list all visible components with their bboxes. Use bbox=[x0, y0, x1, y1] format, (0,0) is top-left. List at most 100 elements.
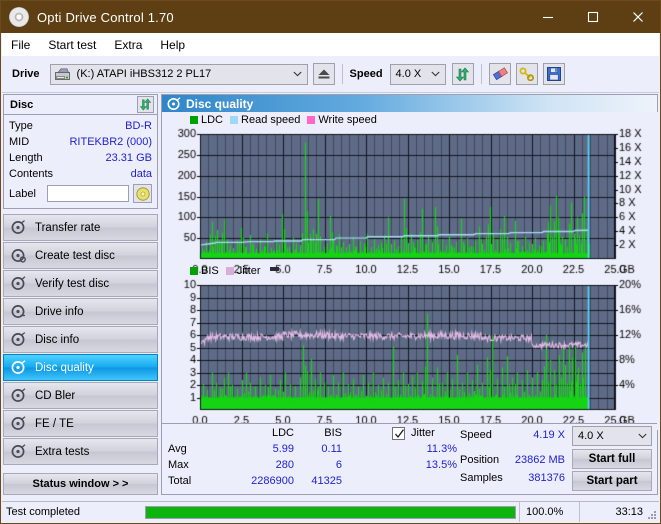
disc-row-mid-value: RITEKBR2 (000) bbox=[69, 136, 152, 148]
disc-row-mid-key: MID bbox=[9, 136, 30, 148]
sidebar-item-cd-bler[interactable]: CD Bler bbox=[3, 382, 158, 409]
disc-icon bbox=[11, 248, 27, 264]
legend-label-jitter: Jitter bbox=[236, 265, 261, 277]
legend-swatch-bis bbox=[190, 267, 198, 275]
chevron-down-icon bbox=[289, 65, 307, 84]
disc-icon bbox=[11, 275, 27, 292]
resize-grip-icon[interactable] bbox=[647, 510, 657, 520]
legend-write-speed: Write speed bbox=[307, 114, 377, 126]
speed-select[interactable]: 4.0 X bbox=[389, 63, 446, 85]
disc-row-contents-key: Contents bbox=[9, 168, 54, 180]
sidebar-item-label: CD Bler bbox=[35, 389, 76, 402]
disc-icon bbox=[11, 415, 27, 432]
test-speed-value: 4.0 X bbox=[578, 430, 604, 442]
status-window-button[interactable]: Status window > > bbox=[3, 473, 158, 495]
start-full-button[interactable]: Start full bbox=[572, 449, 652, 469]
bis-chart-legend: BIS Jitter bbox=[190, 265, 279, 277]
legend-swatch-ldc bbox=[190, 116, 198, 124]
stats-row-max-label: Max bbox=[168, 459, 189, 471]
disc-row-type: Type BD-R bbox=[9, 118, 152, 134]
window-controls bbox=[525, 1, 660, 33]
toolbar-divider-2 bbox=[480, 64, 482, 84]
stats-avg-bis: 0.11 bbox=[321, 443, 342, 455]
stats-total-bis: 41325 bbox=[311, 475, 342, 487]
legend-ldc: LDC bbox=[190, 114, 223, 126]
sidebar-item-label: Verify test disc bbox=[35, 277, 110, 290]
disc-icon bbox=[9, 7, 29, 27]
ldc-chart-legend: LDC Read speed Write speed bbox=[190, 114, 381, 126]
stats-max-ldc: 280 bbox=[275, 459, 294, 471]
stats-row-avg-label: Avg bbox=[168, 443, 187, 455]
legend-swatch-read-speed bbox=[230, 116, 239, 124]
erase-button[interactable] bbox=[488, 63, 511, 85]
legend-bis: BIS bbox=[190, 265, 219, 277]
sidebar-item-transfer-rate[interactable]: Transfer rate bbox=[3, 214, 158, 241]
refresh-button[interactable] bbox=[451, 63, 474, 85]
progress-percent: 100.0% bbox=[519, 502, 579, 522]
chevron-down-icon bbox=[633, 427, 651, 445]
progress-bar-fill bbox=[146, 506, 515, 518]
test-speed-select[interactable]: 4.0 X bbox=[572, 426, 652, 446]
disc-label-row: Label bbox=[9, 184, 152, 203]
drive-label: Drive bbox=[12, 68, 40, 80]
menu-help[interactable]: Help bbox=[151, 35, 194, 55]
legend-label-read-speed: Read speed bbox=[241, 114, 301, 126]
sidebar-item-fe-te[interactable]: FE / TE bbox=[3, 410, 158, 437]
legend-swatch-jitter bbox=[225, 267, 234, 275]
stats-panel: LDC BIS Jitter Avg 5.99 0.11 11.3% Max 2… bbox=[162, 423, 657, 494]
disc-icon bbox=[11, 443, 27, 460]
menu-extra[interactable]: Extra bbox=[105, 35, 151, 55]
keys-button[interactable] bbox=[515, 63, 538, 85]
sidebar-item-label: Disc quality bbox=[35, 361, 94, 374]
eject-button[interactable] bbox=[312, 63, 335, 85]
sidebar-item-extra-tests[interactable]: Extra tests bbox=[3, 438, 158, 465]
disc-icon bbox=[11, 359, 27, 376]
disc-label-button[interactable] bbox=[133, 184, 152, 203]
drive-select-value: (K:) ATAPI iHBS312 2 PL17 bbox=[76, 68, 212, 80]
sidebar-item-label: Drive info bbox=[35, 305, 84, 318]
app-window: Opti Drive Control 1.70 File Start test … bbox=[0, 0, 661, 524]
sidebar-item-disc-info[interactable]: Disc info bbox=[3, 326, 158, 353]
disc-info-title: Disc bbox=[10, 98, 34, 111]
toolbar: Drive (K:) ATAPI iHBS312 2 PL17 Speed 4.… bbox=[2, 56, 659, 93]
sidebar-item-verify-test-disc[interactable]: Verify test disc bbox=[3, 270, 158, 297]
jitter-checkbox[interactable] bbox=[392, 427, 405, 440]
sidebar-item-disc-quality[interactable]: Disc quality bbox=[3, 354, 158, 381]
drive-select[interactable]: (K:) ATAPI iHBS312 2 PL17 bbox=[49, 63, 308, 85]
sidebar-nav: Transfer rate Create test disc Verify te… bbox=[3, 214, 158, 465]
stats-max-bis: 6 bbox=[335, 459, 342, 471]
sidebar-item-label: Create test disc bbox=[35, 249, 115, 262]
stats-speed-value: 4.19 X bbox=[533, 429, 565, 441]
disc-info-header: Disc bbox=[4, 95, 157, 115]
maximize-icon[interactable] bbox=[570, 1, 615, 33]
save-button[interactable] bbox=[542, 63, 565, 85]
disc-row-type-key: Type bbox=[9, 120, 33, 132]
menu-file[interactable]: File bbox=[2, 35, 39, 55]
disc-refresh-button[interactable] bbox=[137, 96, 154, 113]
stats-max-jitter: 13.5% bbox=[425, 459, 457, 471]
minimize-icon[interactable] bbox=[525, 1, 570, 33]
left-panel: Disc Type BD-R MID RITEKBR2 (000) Length… bbox=[3, 94, 158, 495]
disc-info-box: Disc Type BD-R MID RITEKBR2 (000) Length… bbox=[3, 94, 158, 209]
speed-label: Speed bbox=[349, 68, 383, 80]
jitter-marker-icon bbox=[269, 266, 279, 271]
menu-start-test[interactable]: Start test bbox=[39, 35, 105, 55]
sidebar-item-label: FE / TE bbox=[35, 417, 74, 430]
content-title: Disc quality bbox=[186, 96, 254, 111]
sidebar-item-drive-info[interactable]: Drive info bbox=[3, 298, 158, 325]
menu-bar: File Start test Extra Help bbox=[2, 33, 659, 57]
sidebar-item-create-test-disc[interactable]: Create test disc bbox=[3, 242, 158, 269]
disc-label-input[interactable] bbox=[47, 185, 129, 202]
title-bar: Opti Drive Control 1.70 bbox=[1, 1, 660, 33]
stats-samples-label: Samples bbox=[460, 472, 503, 484]
charts-area: LDC Read speed Write speed BIS Jitter bbox=[162, 112, 659, 430]
disc-icon bbox=[11, 304, 27, 320]
close-icon[interactable] bbox=[615, 1, 660, 33]
start-part-button[interactable]: Start part bbox=[572, 471, 652, 491]
sidebar-item-label: Disc info bbox=[35, 333, 80, 346]
stats-avg-ldc: 5.99 bbox=[272, 443, 294, 455]
chevron-down-icon bbox=[427, 65, 445, 84]
sidebar-item-label: Transfer rate bbox=[35, 221, 101, 234]
stats-total-ldc: 2286900 bbox=[251, 475, 294, 487]
disc-icon bbox=[11, 331, 27, 348]
